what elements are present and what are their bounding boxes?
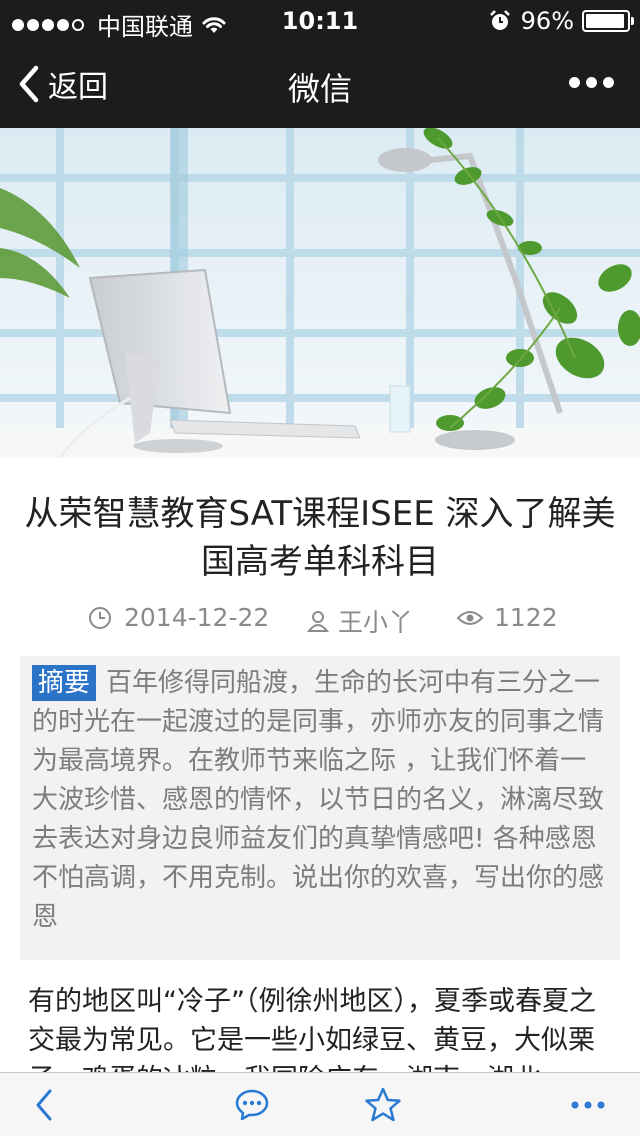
comment-icon: [235, 1089, 269, 1121]
article-author: 王小丫: [338, 608, 414, 637]
article-meta: 2014-12-22 王小丫 1122: [0, 603, 640, 639]
toolbar-back-button[interactable]: [26, 1085, 62, 1125]
eye-icon: [456, 610, 484, 625]
article-views: 1122: [494, 603, 558, 632]
office-desk-illustration: [0, 128, 640, 458]
status-bar: 中国联通 10:11 96%: [0, 0, 640, 41]
battery-level: [586, 14, 625, 28]
more-dot: [586, 77, 597, 88]
nav-bar: 返回 微信: [0, 40, 640, 128]
more-dot: [603, 77, 614, 88]
meta-author: 王小丫: [306, 603, 413, 639]
article-title: 从荣智慧教育SAT课程ISEE 深入了解美国高考单科科目: [24, 494, 616, 582]
meta-views: 1122: [456, 603, 558, 632]
abstract-label: 摘要: [32, 665, 97, 701]
alarm-clock-icon: [489, 10, 510, 30]
battery-percent: 96%: [520, 7, 574, 35]
toolbar-more-button[interactable]: [568, 1085, 608, 1125]
more-dots-icon[interactable]: [563, 77, 614, 88]
meta-date: 2014-12-22: [88, 603, 269, 632]
star-icon: [365, 1087, 401, 1122]
more-dots-icon: [571, 1101, 605, 1109]
comment-button[interactable]: [230, 1085, 274, 1125]
bottom-toolbar: [0, 1072, 640, 1136]
page-title: 微信: [287, 70, 352, 108]
article-abstract: 摘要 百年修得同船渡，生命的长河中有三分之一的时光在一起渡过的是同事，亦师亦友的同…: [20, 656, 620, 960]
clock-icon: [89, 606, 111, 629]
more-dot: [569, 77, 580, 88]
favorite-button[interactable]: [362, 1085, 404, 1125]
chevron-left-icon: [36, 1089, 52, 1121]
abstract-text: 百年修得同船渡，生命的长河中有三分之一的时光在一起渡过的是同事，亦师亦友的同事之…: [32, 668, 605, 932]
article-date: 2014-12-22: [124, 603, 270, 632]
hero-image: [0, 128, 640, 458]
status-right: 96%: [489, 7, 634, 35]
battery-icon: [582, 10, 634, 32]
user-icon: [306, 611, 330, 632]
